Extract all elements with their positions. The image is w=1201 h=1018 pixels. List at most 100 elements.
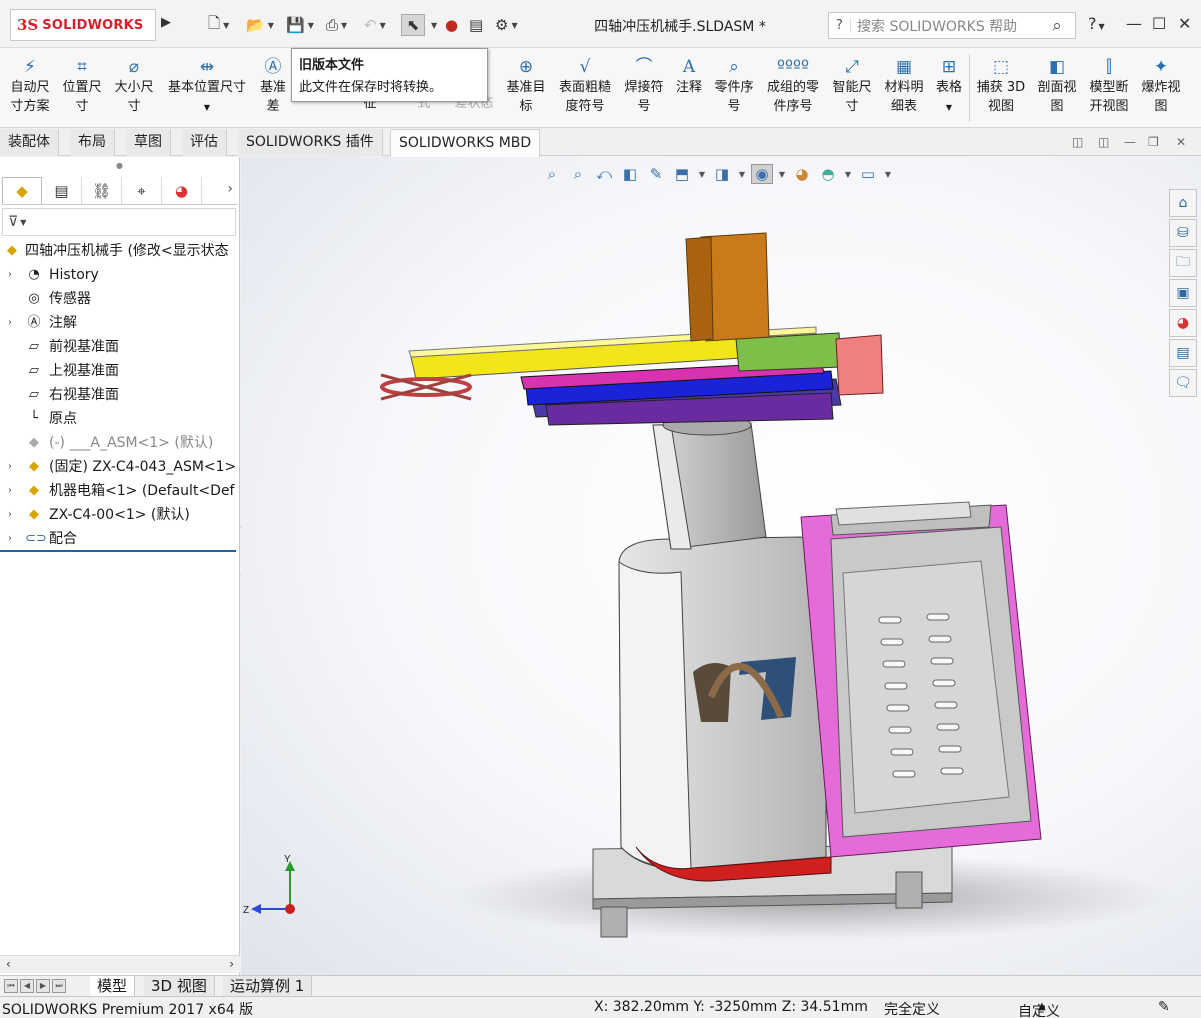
viewport-restore-right-icon[interactable]: ◫ [1098, 135, 1109, 149]
first-tab-icon[interactable]: ⏮ [4, 979, 18, 993]
menu-expand-arrow-icon[interactable]: ▶ [161, 15, 171, 30]
expand-arrow-icon[interactable]: › [8, 455, 18, 479]
maximize-button[interactable]: ☐ [1152, 14, 1166, 33]
undo-button[interactable]: ↶ ▼ [364, 14, 386, 36]
tree-item-electric-box[interactable]: › ◆ 机器电箱<1> (Default<Def [0, 479, 240, 503]
origin-icon: └ [30, 411, 38, 426]
bom-button[interactable]: ▦ 材料明 细表 [880, 56, 928, 116]
tree-root[interactable]: ◆ 四轴冲压机械手 (修改<显示状态 [0, 239, 240, 263]
dropdown-arrow-icon[interactable]: ▼ [204, 103, 210, 112]
scroll-right-icon[interactable]: › [229, 957, 234, 971]
tree-item-front-plane[interactable]: ▱ 前视基准面 [0, 335, 240, 359]
viewport-maximize-icon[interactable]: ❐ [1148, 135, 1159, 149]
tree-item-fixed-asm[interactable]: › ◆ (固定) ZX-C4-043_ASM<1> [0, 455, 240, 479]
expand-arrow-icon[interactable]: › [8, 263, 18, 287]
tree-item-label: 传感器 [49, 291, 91, 307]
options-button[interactable]: ⚙ ▼ [495, 14, 518, 36]
note-button[interactable]: A 注释 [672, 56, 706, 97]
tab-3d-views[interactable]: 3D 视图 [144, 976, 215, 997]
expand-arrow-icon[interactable]: › [8, 503, 18, 527]
size-dimension-button[interactable]: ⌀ 大小尺 寸 [110, 56, 158, 116]
tab-solidworks-addins[interactable]: SOLIDWORKS 插件 [238, 129, 383, 156]
rebuild-button[interactable]: ● [445, 14, 458, 36]
tab-layout[interactable]: 布局 [70, 129, 115, 156]
minimize-button[interactable]: — [1126, 14, 1142, 33]
solidworks-logo[interactable]: 3S SOLIDWORKS [10, 9, 156, 41]
undo-icon: ↶ [364, 16, 377, 34]
tree-item-annotations[interactable]: › Ⓐ 注解 [0, 311, 240, 335]
explode-view-button[interactable]: ✦ 爆炸视 图 [1136, 56, 1186, 116]
viewport-close-icon[interactable]: ✕ [1176, 135, 1186, 149]
datum-button[interactable]: Ⓐ 基准 差 [256, 56, 290, 116]
tab-sketch[interactable]: 草图 [126, 129, 171, 156]
tree-item-top-plane[interactable]: ▱ 上视基准面 [0, 359, 240, 383]
dimxpert-manager-tab[interactable]: ⌖ [122, 177, 162, 204]
configuration-icon: ⛓ [91, 181, 112, 200]
location-dimension-button[interactable]: ⌗ 位置尺 寸 [58, 56, 106, 116]
file-properties-button[interactable]: ▤ [469, 14, 483, 36]
tree-item-origin[interactable]: └ 原点 [0, 407, 240, 431]
balloon-button[interactable]: ⌕ 零件序 号 [710, 56, 758, 116]
old-version-tooltip: 旧版本文件 此文件在保存时将转换。 [291, 48, 488, 102]
auto-dimension-button[interactable]: ⚡ 自动尺 寸方案 [4, 56, 56, 116]
expand-arrow-icon[interactable]: › [8, 479, 18, 503]
scroll-left-icon[interactable]: ‹ [6, 957, 11, 971]
prev-tab-icon[interactable]: ◀ [20, 979, 34, 993]
rebuild-status-icon[interactable]: ✎ [1158, 999, 1170, 1015]
open-folder-icon: 📂 [246, 16, 265, 34]
viewport-restore-left-icon[interactable]: ◫ [1072, 135, 1083, 149]
tab-solidworks-mbd[interactable]: SOLIDWORKS MBD [390, 129, 541, 157]
search-input[interactable]: 搜索 SOLIDWORKS 帮助 [857, 16, 1039, 36]
robot-assembly-model[interactable] [241, 157, 1201, 975]
tree-item-suppressed-asm[interactable]: ◆ (-) ___A_ASM<1> (默认) [0, 431, 240, 455]
stacked-balloon-button[interactable]: ºººº 成组的零 件序号 [762, 56, 824, 116]
tab-model[interactable]: 模型 [90, 976, 136, 997]
panel-tabs-more-icon[interactable]: › [227, 181, 233, 197]
ribbon-label: 自动尺 寸方案 [10, 80, 50, 114]
tree-item-sensors[interactable]: ◎ 传感器 [0, 287, 240, 311]
new-document-button[interactable]: 🗋 ▼ [208, 14, 229, 36]
feature-manager-tab[interactable]: ◆ [2, 177, 42, 204]
close-button[interactable]: ✕ [1178, 14, 1191, 33]
display-manager-tab[interactable]: ◕ [162, 177, 202, 204]
datum-target-button[interactable]: ⊕ 基准目 标 [502, 56, 550, 116]
tree-rollback-bar[interactable] [0, 550, 236, 552]
panel-grip-icon[interactable]: ● [116, 161, 123, 170]
tree-horizontal-scrollbar[interactable]: ‹ › [0, 955, 240, 973]
tab-motion-study[interactable]: 运动算例 1 [223, 976, 313, 997]
model-break-view-button[interactable]: ⫿ 模型断 开视图 [1084, 56, 1134, 116]
print-button[interactable]: ⎙ ▼ [326, 14, 347, 36]
next-tab-icon[interactable]: ▶ [36, 979, 50, 993]
dropdown-arrow-icon[interactable]: ▼ [946, 103, 952, 112]
last-tab-icon[interactable]: ⏭ [52, 979, 66, 993]
mates-icon: ⊂⊃ [25, 531, 47, 546]
save-button[interactable]: 💾 ▼ [286, 14, 314, 36]
select-dropdown[interactable]: ▼ [428, 14, 437, 36]
tab-assembly[interactable]: 装配体 [0, 129, 59, 156]
open-document-button[interactable]: 📂 ▼ [246, 14, 274, 36]
select-button[interactable]: ⬉ [401, 14, 425, 36]
tree-item-right-plane[interactable]: ▱ 右视基准面 [0, 383, 240, 407]
table-button[interactable]: ⊞ 表格 ▼ [932, 56, 966, 117]
tree-filter-box[interactable]: ⊽ ▼ [2, 208, 236, 236]
configuration-manager-tab[interactable]: ⛓ [82, 177, 122, 204]
tree-item-zx-c4-00[interactable]: › ◆ ZX-C4-00<1> (默认) [0, 503, 240, 527]
viewport-minimize-icon[interactable]: — [1124, 135, 1136, 149]
property-manager-tab[interactable]: ▤ [42, 177, 82, 204]
tree-item-mates[interactable]: › ⊂⊃ 配合 [0, 527, 240, 551]
basic-location-dimension-button[interactable]: ⇹ 基本位置尺寸 ▼ [162, 56, 252, 117]
search-box[interactable]: ? 搜索 SOLIDWORKS 帮助 ⌕ [828, 12, 1076, 39]
expand-arrow-icon[interactable]: › [8, 527, 18, 551]
expand-arrow-icon[interactable]: › [8, 311, 18, 335]
surface-finish-button[interactable]: √ 表面粗糙 度符号 [554, 56, 616, 116]
tab-evaluate[interactable]: 评估 [182, 129, 227, 156]
tree-item-history[interactable]: › ◔ History [0, 263, 240, 287]
graphics-area[interactable]: ⌕ ⌕ ⤺ ◧ ✎ ⬒ ▼ ◨ ▼ ◉ ▼ ◕ ◓ ▼ ▭ ▼ ⌂ ⛁ 🗀 ▣ ◕ ▤ 🗨 [241, 157, 1201, 975]
weld-symbol-button[interactable]: ⌒ 焊接符 号 [620, 56, 668, 116]
smart-dimension-button[interactable]: ⤢ 智能尺 寸 [828, 56, 876, 116]
search-icon[interactable]: ⌕ [1039, 16, 1075, 36]
section-view-button[interactable]: ◧ 剖面视 图 [1032, 56, 1082, 116]
help-menu-button[interactable]: ? ▼ [1088, 14, 1105, 33]
explode-view-icon: ✦ [1153, 57, 1169, 77]
capture-3d-view-button[interactable]: ⬚ 捕获 3D 视图 [974, 56, 1028, 116]
